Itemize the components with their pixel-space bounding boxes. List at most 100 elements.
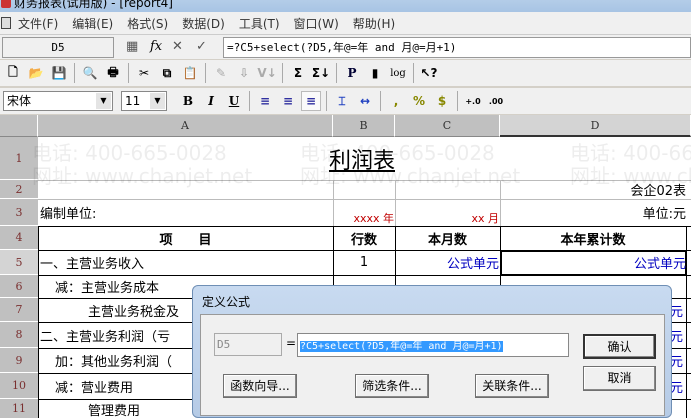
formula-cell-partial[interactable]: 元 (670, 322, 686, 348)
function-wizard-button[interactable]: 函数向导... (223, 374, 297, 398)
column-header-a[interactable]: A (38, 115, 333, 137)
header-year-total[interactable]: 本年累计数 (500, 226, 686, 250)
row-header[interactable]: 2 (0, 180, 38, 199)
report-title[interactable]: 利润表 (38, 137, 686, 180)
menu-data[interactable]: 数据(D) (182, 15, 225, 32)
font-name-select[interactable]: 宋体 ▼ (3, 91, 113, 111)
p-icon[interactable]: P (342, 63, 362, 83)
corner-header[interactable] (0, 115, 38, 137)
formula-bar: D5 ▦ fx ✕ ✓ =?C5+select(?D5,年@=年 and 月@=… (0, 34, 691, 59)
comma-icon[interactable]: , (386, 91, 406, 111)
row-header[interactable]: 5 (0, 250, 38, 275)
calculator-icon[interactable]: ▦ (126, 39, 138, 54)
menu-file[interactable]: 文件(F) (18, 15, 58, 32)
cell-reference[interactable]: D5 (2, 37, 114, 58)
font-size-select[interactable]: 11 ▼ (121, 91, 167, 111)
align-left-icon[interactable]: ≡ (255, 91, 275, 111)
function-icon[interactable]: fx (150, 39, 162, 54)
item-cell[interactable]: 一、主营业务收入 (40, 250, 330, 275)
divider (336, 63, 337, 83)
align-center-icon[interactable]: ≡ (278, 91, 298, 111)
italic-icon[interactable]: I (201, 91, 221, 111)
divider (457, 91, 458, 111)
currency-icon[interactable]: $ (432, 91, 452, 111)
horizontal-fit-icon[interactable]: ↔ (355, 91, 375, 111)
vertical-fit-icon[interactable]: ⌶ (332, 91, 352, 111)
sum-down-icon[interactable]: Σ↓ (311, 63, 331, 83)
standard-toolbar: 🗋 📂 💾 🔍 🖶 ✂ ⧉ 📋 ✎ ⇩ V↓ Σ Σ↓ P ▮ log ↖? (0, 60, 691, 86)
row-header[interactable]: 11 (0, 399, 38, 418)
header-this-month[interactable]: 本月数 (395, 226, 500, 250)
cancel-button[interactable]: 取消 (583, 366, 656, 391)
row-header[interactable]: 6 (0, 275, 38, 298)
unit-label[interactable]: 编制单位: (40, 199, 330, 226)
increase-decimal-icon[interactable]: +.0 (463, 91, 483, 111)
menu-format[interactable]: 格式(S) (127, 15, 168, 32)
log-icon[interactable]: log (388, 63, 408, 83)
help-pointer-icon[interactable]: ↖? (419, 63, 439, 83)
bold-icon[interactable]: B (178, 91, 198, 111)
row-header[interactable]: 8 (0, 322, 38, 348)
sum-icon[interactable]: Σ (288, 63, 308, 83)
row-header[interactable]: 10 (0, 373, 38, 399)
decrease-decimal-icon[interactable]: .00 (486, 91, 506, 111)
print-icon[interactable]: 🖶 (103, 63, 123, 83)
confirm-button[interactable]: 确认 (583, 334, 656, 359)
paste-icon[interactable]: 📋 (180, 63, 200, 83)
menu-window[interactable]: 窗口(W) (294, 15, 339, 32)
document-icon[interactable] (1, 17, 11, 29)
copy-icon[interactable]: ⧉ (157, 63, 177, 83)
row-header[interactable]: 7 (0, 298, 38, 322)
row-header[interactable]: 9 (0, 348, 38, 373)
formula-cell-partial[interactable]: 元 (670, 298, 686, 322)
formula-cell-d5[interactable]: 公式单元 (500, 250, 686, 275)
formula-cell-c5[interactable]: 公式单元 (395, 250, 499, 275)
save-icon[interactable]: 💾 (49, 63, 69, 83)
cancel-x-icon[interactable]: ✕ (172, 39, 183, 54)
column-header-b[interactable]: B (333, 115, 395, 137)
column-header-c[interactable]: C (395, 115, 500, 137)
new-icon[interactable]: 🗋 (3, 63, 23, 83)
align-right-icon[interactable]: ≡ (301, 91, 321, 111)
chevron-down-icon[interactable]: ▼ (150, 93, 165, 109)
formula-cell-partial[interactable]: 元 (670, 373, 686, 399)
header-item[interactable]: 项 目 (38, 226, 333, 250)
header-line-no[interactable]: 行数 (333, 226, 395, 250)
relation-conditions-button[interactable]: 关联条件... (475, 374, 549, 398)
year-cell[interactable]: xxxx 年 (333, 199, 394, 226)
row-header[interactable]: 1 (0, 137, 38, 180)
column-header-d[interactable]: D (500, 115, 691, 137)
filter-conditions-button[interactable]: 筛选条件... (355, 374, 429, 398)
line-no-cell[interactable]: 1 (333, 250, 395, 275)
cut-icon[interactable]: ✂ (134, 63, 154, 83)
divider (128, 63, 129, 83)
currency-unit[interactable]: 单位:元 (500, 199, 686, 226)
row-header[interactable]: 4 (0, 226, 38, 250)
format-painter-icon[interactable]: ✎ (211, 63, 231, 83)
dialog-body (200, 314, 665, 416)
menu-edit[interactable]: 编辑(E) (72, 15, 113, 32)
menu-bar: 文件(F) 编辑(E) 格式(S) 数据(D) 工具(T) 窗口(W) 帮助(H… (0, 12, 691, 34)
sort-desc-icon[interactable]: V↓ (257, 63, 277, 83)
accept-check-icon[interactable]: ✓ (196, 39, 207, 54)
divider (326, 91, 327, 111)
formula-input[interactable]: =?C5+select(?D5,年@=年 and 月@=月+1) (223, 37, 691, 58)
underline-icon[interactable]: U (224, 91, 244, 111)
bookmark-icon[interactable]: ▮ (365, 63, 385, 83)
chevron-down-icon[interactable]: ▼ (96, 93, 111, 109)
open-icon[interactable]: 📂 (26, 63, 46, 83)
form-number[interactable]: 会企02表 (500, 180, 686, 199)
month-cell[interactable]: xx 月 (395, 199, 499, 226)
font-name-value: 宋体 (7, 94, 32, 108)
menu-tools[interactable]: 工具(T) (239, 15, 280, 32)
divider (205, 63, 206, 83)
define-formula-dialog: 定义公式 D5 = ?C5+select(?D5,年@=年 and 月@=月+1… (192, 285, 672, 418)
divider (74, 63, 75, 83)
percent-icon[interactable]: % (409, 91, 429, 111)
formula-field[interactable]: ?C5+select(?D5,年@=年 and 月@=月+1) (297, 333, 569, 357)
sort-icon[interactable]: ⇩ (234, 63, 254, 83)
formula-cell-partial[interactable]: 元 (670, 348, 686, 373)
menu-help[interactable]: 帮助(H) (353, 15, 395, 32)
print-preview-icon[interactable]: 🔍 (80, 63, 100, 83)
row-header[interactable]: 3 (0, 199, 38, 226)
